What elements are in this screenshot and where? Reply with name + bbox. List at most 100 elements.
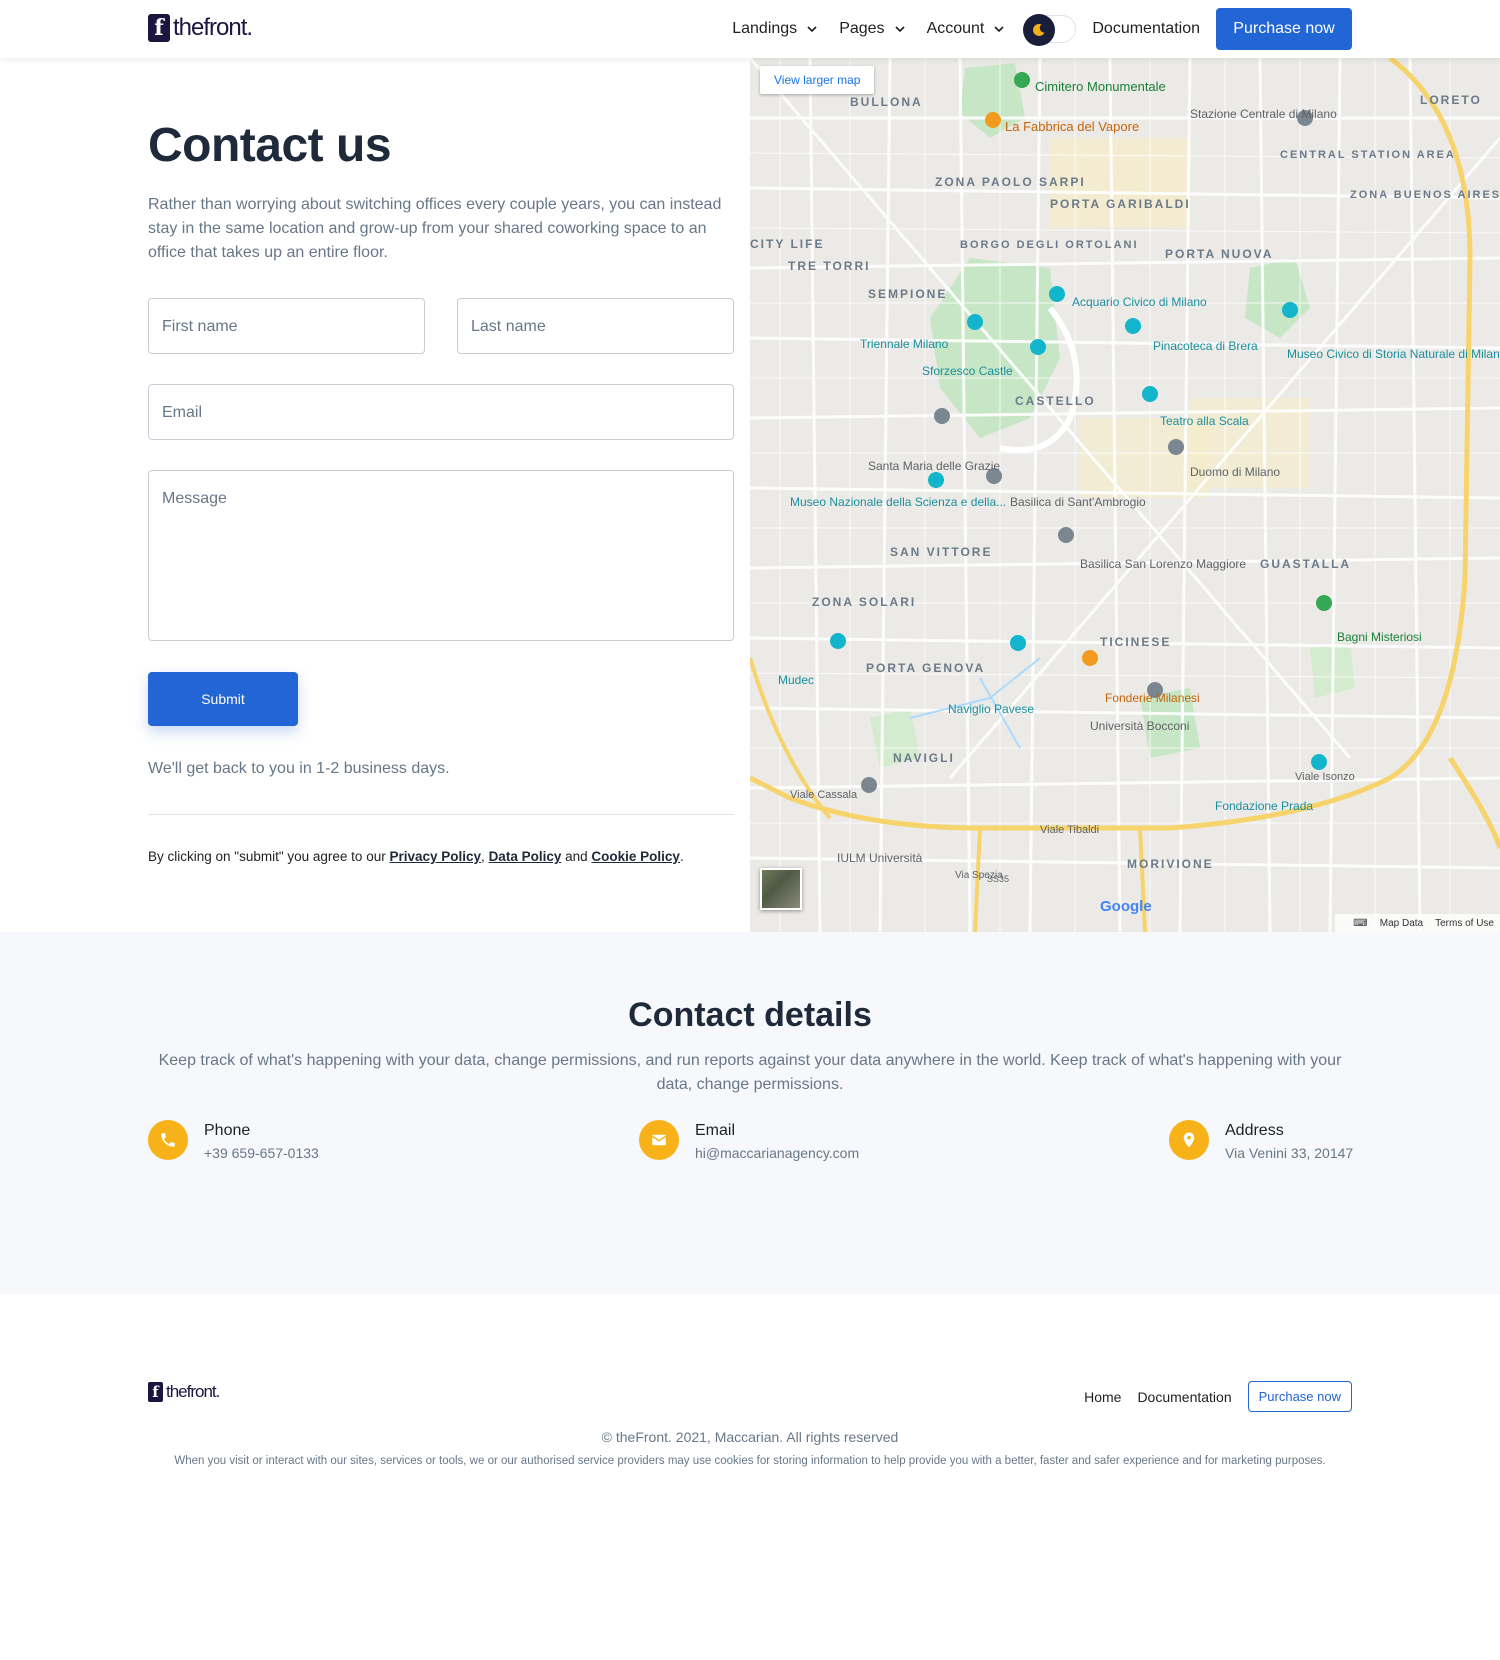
chevron-down-icon	[807, 26, 817, 33]
map-label: ZONA BUENOS AIRES	[1350, 189, 1500, 201]
logo-text: thefront.	[173, 14, 253, 41]
map-label: Naviglio Pavese	[948, 702, 1034, 716]
map-label: Museo Civico di Storia Naturale di Milan…	[1287, 347, 1500, 361]
map-label: PORTA GARIBALDI	[1050, 197, 1191, 211]
map-label: Cimitero Monumentale	[1035, 79, 1166, 94]
contact-details-subtitle: Keep track of what's happening with your…	[158, 1052, 1342, 1093]
footer-documentation-link[interactable]: Documentation	[1137, 1389, 1231, 1405]
map-label: ZONA PAOLO SARPI	[935, 175, 1086, 189]
map-label: Pinacoteca di Brera	[1153, 339, 1258, 353]
map-label: LORETO	[1420, 93, 1482, 107]
purchase-now-button[interactable]: Purchase now	[1216, 8, 1352, 50]
logo-mark-icon: f	[148, 14, 170, 42]
submit-button[interactable]: Submit	[148, 672, 298, 726]
footer-home-link[interactable]: Home	[1084, 1389, 1121, 1405]
agreement-and: and	[565, 849, 588, 864]
nav-pages-label: Pages	[839, 20, 885, 37]
map-label: TICINESE	[1100, 635, 1171, 649]
address-info: Address Via Venini 33, 20147	[1169, 1120, 1353, 1161]
cookie-policy-link[interactable]: Cookie Policy	[591, 849, 680, 864]
map-label: CITY LIFE	[750, 237, 824, 251]
footer-logo[interactable]: f thefront.	[148, 1382, 220, 1402]
map-label: Università Bocconi	[1090, 719, 1189, 733]
phone-icon	[148, 1120, 188, 1160]
copyright: © theFront. 2021, Maccarian. All rights …	[601, 1429, 899, 1445]
address-title: Address	[1225, 1122, 1284, 1139]
satellite-toggle[interactable]	[760, 868, 802, 910]
map-label: Viale Isonzo	[1295, 771, 1355, 783]
map-label: Acquario Civico di Milano	[1072, 295, 1207, 309]
google-map[interactable]: Cimitero Monumentale La Fabbrica del Vap…	[750, 58, 1500, 932]
view-larger-map-button[interactable]: View larger map	[760, 66, 875, 94]
map-label: MORIVIONE	[1127, 857, 1214, 871]
map-label: SEMPIONE	[868, 287, 947, 301]
map-label: PORTA GENOVA	[866, 661, 985, 675]
map-label: La Fabbrica del Vapore	[1005, 119, 1139, 134]
section-curve	[0, 1250, 1500, 1291]
map-label: Santa Maria delle Grazie	[868, 459, 1000, 473]
map-label: Museo Nazionale della Scienza e della...	[790, 495, 1006, 509]
map-pin-icon	[1169, 1120, 1209, 1160]
map-label: Triennale Milano	[860, 337, 949, 351]
email-input[interactable]: Email	[148, 384, 734, 440]
map-label: Duomo di Milano	[1190, 465, 1280, 479]
form-divider	[148, 814, 734, 815]
nav-landings[interactable]: Landings	[732, 20, 817, 38]
map-label: Fondazione Prada	[1215, 799, 1313, 813]
map-label: CENTRAL STATION AREA	[1280, 149, 1456, 161]
google-logo: Google	[1100, 898, 1152, 915]
agreement-comma: ,	[481, 849, 485, 864]
map-label: Basilica San Lorenzo Maggiore	[1080, 557, 1246, 571]
nav-pages[interactable]: Pages	[839, 20, 905, 38]
theme-toggle[interactable]	[1023, 14, 1077, 46]
contact-lead: Rather than worrying about switching off…	[148, 196, 722, 261]
chevron-down-icon	[994, 26, 1004, 33]
map-label: BORGO DEGLI ORTOLANI	[960, 239, 1139, 251]
map-label: NAVIGLI	[893, 751, 955, 765]
map-label: Teatro alla Scala	[1160, 414, 1249, 428]
phone-value[interactable]: +39 659-657-0133	[204, 1145, 319, 1161]
response-note: We'll get back to you in 1-2 business da…	[148, 760, 450, 777]
map-label: Stazione Centrale di Milano	[1190, 107, 1337, 121]
map-label: Mudec	[778, 673, 814, 687]
map-canvas[interactable]: Cimitero Monumentale La Fabbrica del Vap…	[750, 58, 1500, 932]
documentation-link[interactable]: Documentation	[1092, 20, 1200, 38]
envelope-icon	[639, 1120, 679, 1160]
keyboard-icon[interactable]: ⌨	[1353, 918, 1367, 929]
privacy-policy-link[interactable]: Privacy Policy	[389, 849, 481, 864]
contact-intro: Contact us Rather than worrying about sw…	[148, 118, 734, 265]
map-label: ZONA SOLARI	[812, 595, 916, 609]
map-label: Fonderie Milanesi	[1105, 691, 1200, 705]
map-label: SS35	[987, 874, 1009, 884]
map-label: GUASTALLA	[1260, 557, 1351, 571]
last-name-input[interactable]: Last name	[457, 298, 734, 354]
contact-details-section: Contact details Keep track of what's hap…	[0, 932, 1500, 1294]
map-label: Viale Cassala	[790, 789, 858, 801]
map-label: Viale Tibaldi	[1040, 824, 1099, 836]
map-label: PORTA NUOVA	[1165, 247, 1273, 261]
nav-account[interactable]: Account	[927, 20, 1005, 38]
nav-landings-label: Landings	[732, 20, 798, 37]
map-data-link[interactable]: Map Data	[1380, 918, 1423, 929]
email-value[interactable]: hi@maccarianagency.com	[695, 1145, 859, 1161]
map-footer: ⌨ Map Data Terms of Use	[1335, 914, 1500, 932]
brand-logo[interactable]: f thefront.	[148, 14, 253, 42]
map-label: CASTELLO	[1015, 394, 1096, 408]
contact-details-title: Contact details	[628, 996, 872, 1034]
footer-logo-text: thefront.	[166, 1382, 220, 1401]
terms-link[interactable]: Terms of Use	[1435, 918, 1494, 929]
first-name-input[interactable]: First name	[148, 298, 425, 354]
map-label: Bagni Misteriosi	[1337, 630, 1422, 644]
phone-info: Phone +39 659-657-0133	[148, 1120, 319, 1161]
map-label: TRE TORRI	[788, 259, 870, 273]
footer-purchase-button[interactable]: Purchase now	[1247, 1381, 1352, 1412]
top-navbar: f thefront. Landings Pages Account Docum…	[0, 0, 1500, 58]
chevron-down-icon	[894, 26, 905, 33]
nav-account-label: Account	[926, 20, 985, 37]
data-policy-link[interactable]: Data Policy	[489, 849, 562, 864]
agreement-text: By clicking on "submit" you agree to our…	[148, 849, 684, 864]
logo-mark-icon: f	[148, 1382, 163, 1402]
map-label: SAN VITTORE	[890, 545, 992, 559]
email-info: Email hi@maccarianagency.com	[639, 1120, 859, 1161]
message-textarea[interactable]: Message	[148, 470, 734, 641]
